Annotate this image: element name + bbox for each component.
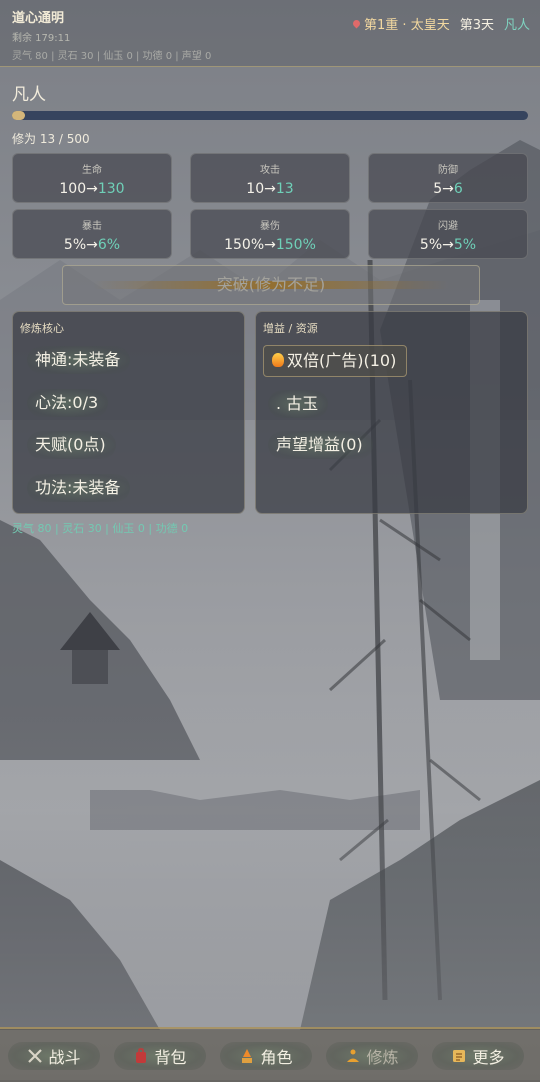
stat-name: 暴伤	[260, 221, 280, 232]
cultivation-value: 修为 13 / 500	[12, 132, 90, 146]
cultivation-core-panel: 修炼核心 神通:未装备 心法:0/3 天赋(0点) 功法:未装备	[12, 311, 245, 514]
scroll-icon	[451, 1048, 467, 1064]
realm-name: 凡人	[12, 85, 46, 105]
crossed-swords-icon	[27, 1048, 43, 1064]
double-ad-button[interactable]: 双倍(广告)(10)	[263, 345, 408, 377]
nav-label: 背包	[154, 1048, 187, 1067]
stat-name: 闪避	[438, 221, 458, 232]
location-label: 第1重 · 太皇天	[364, 18, 450, 33]
backpack-icon	[133, 1048, 149, 1064]
location-info: 第1重 · 太皇天 第3天 凡人	[351, 14, 530, 33]
stat-name: 防御	[438, 165, 458, 176]
nav-label: 更多	[472, 1048, 505, 1067]
nav-battle[interactable]: 战斗	[8, 1042, 100, 1070]
remaining-timer: 剩余 179:11	[12, 33, 71, 44]
state-title: 道心通明	[12, 11, 65, 26]
nav-cultivation[interactable]: 修炼	[326, 1042, 418, 1070]
double-label: 双倍(广告)(10)	[287, 351, 397, 370]
resource-line: 灵气 80 | 灵石 30 | 仙玉 0 | 功德 0	[12, 522, 189, 535]
ancient-jade-button[interactable]: . 古玉	[268, 390, 329, 418]
stat-name: 暴击	[82, 221, 102, 232]
nav-label: 角色	[260, 1048, 293, 1067]
stat-card: 防御 5→6	[368, 153, 528, 203]
stat-card: 闪避 5%→5%	[368, 209, 528, 259]
nav-more[interactable]: 更多	[432, 1042, 524, 1070]
stat-value: 150%→150%	[224, 237, 316, 253]
stats-grid: 生命 100→130 攻击 10→13 防御 5→6 暴击 5%→6% 暴伤 1…	[12, 153, 528, 259]
stat-card: 暴伤 150%→150%	[190, 209, 350, 259]
panel-title: 增益 / 资源	[263, 322, 318, 335]
stat-card: 攻击 10→13	[190, 153, 350, 203]
stat-name: 生命	[82, 165, 102, 176]
nav-label: 战斗	[48, 1048, 81, 1067]
cultivation-progress-bar	[12, 111, 528, 120]
reputation-buff-button[interactable]: 声望增益(0)	[268, 431, 373, 459]
day-counter: 第3天	[459, 18, 494, 33]
breakthrough-label: 突破(修为不足)	[216, 275, 326, 294]
stat-card: 暴击 5%→6%	[12, 209, 172, 259]
stat-value: 5%→5%	[419, 237, 477, 253]
technique-button[interactable]: 功法:未装备	[27, 474, 131, 502]
location[interactable]: 第1重 · 太皇天	[351, 14, 450, 33]
mind-method-button[interactable]: 心法:0/3	[27, 389, 109, 417]
divine-skill-button[interactable]: 神通:未装备	[27, 346, 131, 374]
stat-card: 生命 100→130	[12, 153, 172, 203]
nav-backpack[interactable]: 背包	[114, 1042, 206, 1070]
stat-value: 100→130	[59, 181, 125, 197]
talent-button[interactable]: 天赋(0点)	[27, 431, 116, 459]
progress-fill	[12, 111, 26, 120]
stat-value: 10→13	[246, 181, 294, 197]
realm-tag: 凡人	[503, 18, 530, 33]
panel-title: 修炼核心	[20, 322, 64, 335]
buff-resource-panel: 增益 / 资源 双倍(广告)(10) . 古玉 声望增益(0)	[255, 311, 528, 514]
location-pin-icon	[351, 18, 362, 29]
character-icon	[239, 1048, 255, 1064]
breakthrough-button[interactable]: 突破(修为不足)	[62, 265, 480, 305]
bottom-navigation: 战斗 背包 角色 修炼 更多	[0, 1027, 540, 1082]
fire-icon	[272, 353, 284, 367]
nav-label: 修炼	[366, 1048, 399, 1067]
stat-value: 5→6	[433, 181, 463, 197]
stat-value: 5%→6%	[63, 237, 121, 253]
resource-summary: 灵气 80 | 灵石 30 | 仙玉 0 | 功德 0 | 声望 0	[12, 51, 212, 62]
top-status-bar: 道心通明 剩余 179:11 灵气 80 | 灵石 30 | 仙玉 0 | 功德…	[0, 0, 540, 67]
nav-character[interactable]: 角色	[220, 1042, 312, 1070]
stat-name: 攻击	[260, 165, 280, 176]
meditation-icon	[345, 1048, 361, 1064]
